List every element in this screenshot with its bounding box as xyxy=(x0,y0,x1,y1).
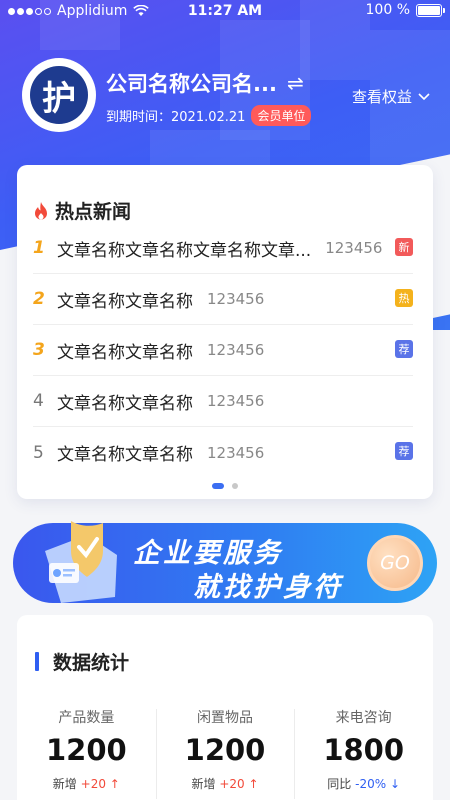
member-badge: 会员单位 xyxy=(251,105,312,126)
swap-icon[interactable]: ⇌ xyxy=(287,71,304,95)
shield-check-illustration xyxy=(45,521,117,603)
company-switcher[interactable]: 公司名称公司名... ⇌ xyxy=(106,68,304,98)
stats-row: 产品数量 1200 新增 +20 ↑ 总量 闲置物品 1200 新增 +20 ↑… xyxy=(17,707,433,800)
news-tag: 新 xyxy=(395,238,413,256)
stats-card: 数据统计 产品数量 1200 新增 +20 ↑ 总量 闲置物品 1200 新增 … xyxy=(17,615,433,800)
stat-label: 来电咨询 xyxy=(335,710,392,726)
pager-dot-active[interactable] xyxy=(212,483,224,489)
news-view-count: 123456 xyxy=(207,443,265,462)
stats-title: 数据统计 xyxy=(53,652,130,674)
news-view-count: 123456 xyxy=(207,341,265,359)
news-title: 文章名称文章名称 xyxy=(57,393,193,414)
news-item[interactable]: 5 文章名称文章名称 123456 荐 xyxy=(33,427,413,478)
news-rank: 2 xyxy=(33,289,45,309)
news-tag: 荐 xyxy=(395,442,413,460)
stat-value: 1200 xyxy=(45,733,127,767)
news-tag: 热 xyxy=(395,289,413,307)
stat-delta: 新增 +20 ↑ xyxy=(17,775,156,792)
stat-label: 闲置物品 xyxy=(197,710,253,726)
carousel-pager[interactable] xyxy=(17,483,433,489)
arrow-up-icon: ↑ xyxy=(248,777,259,791)
stat-value: 1200 xyxy=(184,733,266,767)
status-bar: Applidium 11:27 AM 100 % xyxy=(0,0,450,24)
stat-delta: 同比 -20% ↓ xyxy=(294,775,433,792)
news-title: 文章名称文章名称 xyxy=(57,445,193,465)
hot-news-card: 热点新闻 1 文章名称文章名称文章名称文章... 123456 新 2 文章名称… xyxy=(17,165,433,499)
news-title: 文章名称文章名称文章名称文章... xyxy=(57,240,312,261)
go-button[interactable]: GO xyxy=(367,535,423,591)
stat-value: 1800 xyxy=(323,733,405,767)
stat-delta-value: +20 xyxy=(80,777,106,791)
news-item[interactable]: 4 文章名称文章名称 123456 xyxy=(33,376,413,427)
news-rank: 1 xyxy=(33,238,45,258)
arrow-up-icon: ↑ xyxy=(109,777,120,791)
stat-delta-prefix: 新增 xyxy=(191,777,216,791)
expire-date: 到期时间：2021.02.21 xyxy=(106,110,246,125)
view-rights-label: 查看权益 xyxy=(351,88,412,106)
stat-idle-items[interactable]: 闲置物品 1200 新增 +20 ↑ 总量 xyxy=(155,707,295,800)
fire-icon xyxy=(35,201,47,219)
news-rank: 4 xyxy=(33,391,44,411)
news-view-count: 123456 xyxy=(207,290,265,308)
logo-mark: 护 xyxy=(30,66,88,124)
news-view-count: 123456 xyxy=(207,392,265,410)
news-title: 文章名称文章名称 xyxy=(57,342,193,363)
chevron-down-icon xyxy=(418,92,430,100)
stat-delta: 新增 +20 ↑ xyxy=(156,775,295,792)
title-accent-bar xyxy=(35,652,39,671)
stat-phone-inquiries[interactable]: 来电咨询 1800 同比 -20% ↓ 总量 xyxy=(294,707,433,800)
banner-subline: 就找护身符 xyxy=(193,572,343,603)
news-tag: 荐 xyxy=(395,340,413,358)
news-rank: 3 xyxy=(33,340,45,360)
stat-delta-prefix: 同比 xyxy=(327,777,352,791)
news-rank: 5 xyxy=(33,442,44,463)
news-item[interactable]: 1 文章名称文章名称文章名称文章... 123456 新 xyxy=(33,223,413,274)
stat-label: 产品数量 xyxy=(58,710,115,726)
stat-product-count[interactable]: 产品数量 1200 新增 +20 ↑ 总量 xyxy=(17,707,156,800)
news-title: 文章名称文章名称 xyxy=(57,291,193,312)
news-item[interactable]: 3 文章名称文章名称 123456 荐 xyxy=(33,325,413,376)
stat-delta-value: -20% xyxy=(355,777,387,791)
hot-news-title: 热点新闻 xyxy=(55,201,132,223)
company-logo[interactable]: 护 xyxy=(22,58,96,132)
news-view-count: 123456 xyxy=(325,239,383,257)
battery-label: 100 % xyxy=(365,2,410,18)
battery-icon xyxy=(416,3,445,17)
news-item[interactable]: 2 文章名称文章名称 123456 热 xyxy=(33,274,413,325)
stat-delta-prefix: 新增 xyxy=(52,777,77,791)
news-list: 1 文章名称文章名称文章名称文章... 123456 新 2 文章名称文章名称 … xyxy=(33,223,413,478)
stat-delta-value: +20 xyxy=(219,777,245,791)
arrow-down-icon: ↓ xyxy=(389,777,401,791)
view-rights-button[interactable]: 查看权益 xyxy=(352,86,430,107)
stats-header: 数据统计 xyxy=(35,648,129,675)
hot-news-header: 热点新闻 xyxy=(33,197,131,224)
pager-dot[interactable] xyxy=(232,483,238,489)
membership-info: 到期时间：2021.02.21 会员单位 xyxy=(106,105,312,126)
service-banner[interactable]: 企业要服务 就找护身符 GO xyxy=(13,521,437,603)
company-name: 公司名称公司名... xyxy=(106,72,277,96)
